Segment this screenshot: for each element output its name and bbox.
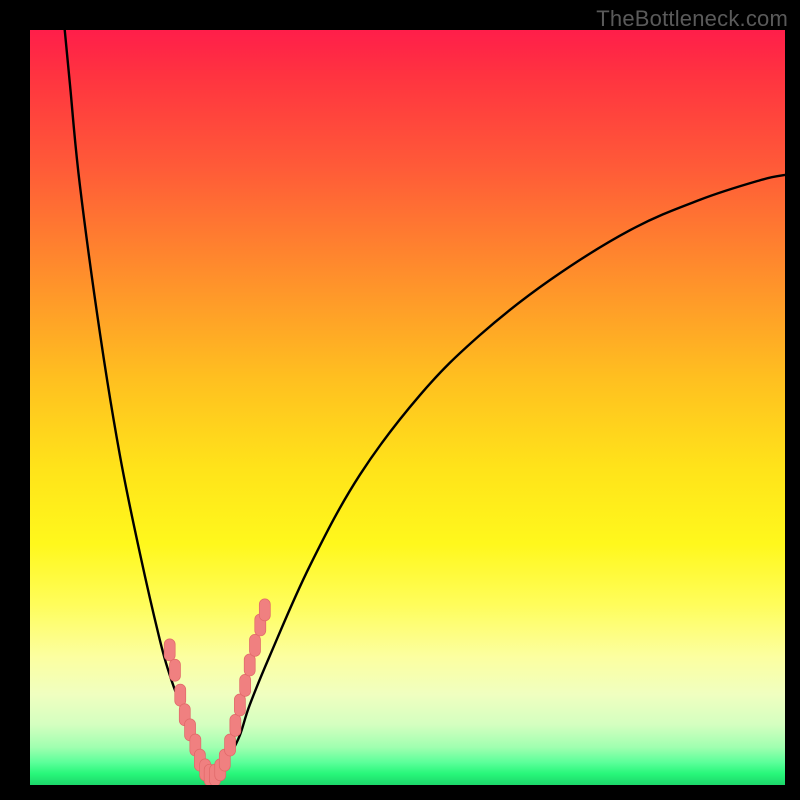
curve-left-branch	[65, 30, 210, 780]
curve-marker	[234, 694, 245, 716]
curve-marker	[230, 714, 241, 736]
curve-marker	[240, 674, 251, 696]
chart-frame: TheBottleneck.com	[0, 0, 800, 800]
curve-right-branch	[210, 175, 785, 780]
curve-marker	[169, 659, 180, 681]
watermark-text: TheBottleneck.com	[596, 6, 788, 32]
curve-marker	[249, 634, 260, 656]
curve-marker	[225, 734, 236, 756]
plot-area	[30, 30, 785, 785]
curve-marker	[175, 684, 186, 706]
bottleneck-curve-svg	[30, 30, 785, 785]
curve-marker	[259, 599, 270, 621]
curve-marker	[244, 654, 255, 676]
curve-marker	[164, 639, 175, 661]
